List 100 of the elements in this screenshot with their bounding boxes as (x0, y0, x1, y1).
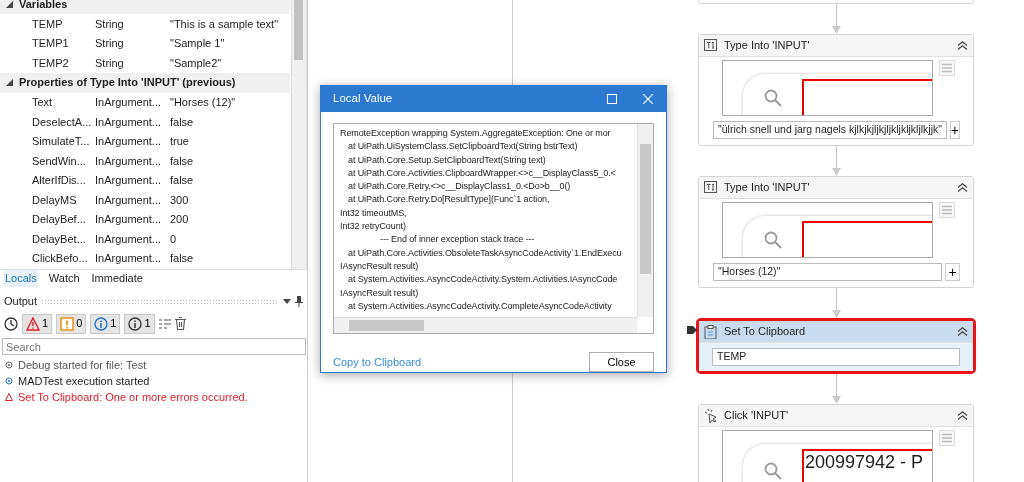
variable-value: false (170, 153, 194, 169)
text-line: at System.Activities.AsyncCodeActivity.System.Activities.IAsyncCode (347, 273, 619, 287)
warning-icon (60, 316, 75, 331)
variable-type: InArgument... (95, 192, 163, 208)
variable-type: String (95, 36, 125, 51)
log-message: Debug started for file: Test (18, 357, 147, 373)
collapse-icon[interactable] (6, 0, 13, 8)
set-clipboard-icon (704, 324, 718, 339)
variable-value: false (170, 173, 194, 188)
trace-icon (5, 361, 13, 369)
variable-value: 200 (170, 212, 189, 227)
maximize-icon (607, 94, 617, 104)
text-line: at UiPath.Core.Activities.ObsoleteTaskAsyncCodeActivity`1.EndExecu (347, 246, 623, 260)
info-filter-button[interactable]: 1 (90, 313, 121, 334)
variable-name: SimulateT... (31, 134, 91, 149)
text-line: at UiPath.UiSystemClass.SetClipboardText(String bstrText) (347, 140, 579, 154)
variable-name: DelayBet... (31, 231, 87, 247)
horizontal-scrollbar[interactable] (334, 317, 637, 333)
log-message: MADTest execution started (18, 373, 150, 389)
trash-icon[interactable] (174, 317, 186, 330)
variable-name: TEMP2 (31, 55, 70, 71)
trace-icon (128, 316, 143, 331)
dropdown-icon[interactable] (283, 298, 291, 304)
activity-title: Type Into 'INPUT' (724, 38, 811, 54)
error-filter-button[interactable]: 1 (22, 313, 53, 334)
trace-filter-button[interactable]: 1 (124, 313, 155, 334)
activity-title: Set To Clipboard (724, 324, 807, 340)
collapse-icon[interactable] (957, 41, 968, 50)
variable-value: "Sample 1" (170, 36, 225, 51)
scrollbar[interactable] (291, 0, 306, 269)
connector-arrow (831, 146, 841, 176)
info-icon (5, 377, 13, 385)
variable-type: InArgument... (95, 231, 163, 247)
variable-name: DelayBef... (31, 212, 87, 227)
variable-name: AlterIfDis... (31, 173, 87, 188)
search-icon (764, 89, 782, 107)
pin-icon[interactable] (295, 295, 303, 307)
execution-pointer-icon (687, 326, 697, 334)
variable-type: InArgument... (95, 153, 163, 169)
panel-tab[interactable]: Watch (47, 270, 81, 287)
variable-value: "Horses (12)" (170, 95, 236, 110)
collapse-icon[interactable] (957, 411, 968, 420)
variable-type: String (95, 16, 125, 32)
variable-name: SendWin... (31, 153, 87, 169)
type-into-icon (704, 38, 718, 53)
add-button[interactable]: + (949, 121, 960, 139)
value-text-area[interactable] (333, 123, 654, 334)
panel-tab[interactable]: Immediate (90, 270, 144, 287)
variable-name: TEMP (31, 16, 64, 32)
warning-filter-button[interactable]: 0 (56, 313, 87, 334)
error-icon (26, 316, 40, 331)
variable-value: false (170, 114, 194, 130)
activity-title: Type Into 'INPUT' (724, 180, 811, 196)
log-message: Set To Clipboard: One or more errors occurred. (18, 389, 248, 405)
variable-name: DeselectA... (31, 114, 93, 130)
text-line: IAsyncResult result) (340, 259, 420, 273)
text-line: Int32 retryCount) (340, 220, 407, 234)
text-line: --- End of inner exception stack trace --- (379, 233, 536, 247)
collapse-icon[interactable] (957, 327, 968, 336)
collapse-icon[interactable] (957, 183, 968, 192)
close-button[interactable]: Close (589, 352, 654, 372)
info-icon (94, 316, 109, 331)
variable-name: TEMP1 (31, 36, 70, 51)
copy-link[interactable]: Copy to Clipboard (333, 353, 422, 371)
add-button[interactable]: + (945, 263, 960, 281)
collapse-icon[interactable] (6, 79, 13, 86)
search-field[interactable]: Search (2, 338, 306, 355)
text-line: IAsyncResult result) (340, 286, 420, 300)
variable-value: "This is a sample text" (170, 16, 279, 32)
text-line: at UiPath.Core.Retry.Do[ResultType](Func`1 action, (347, 193, 551, 207)
panel-title: Output (4, 293, 38, 309)
variable-value: 300 (170, 192, 189, 208)
text-field[interactable]: "Horses (12)" (713, 263, 943, 281)
error-icon (5, 393, 13, 401)
activity-card[interactable]: Type Into 'INPUT' "ülrich snell und jarg nagels kjlkjkjljkjljkljkljkljlkjjk" + (698, 34, 974, 146)
activity-title: Click 'INPUT' (724, 408, 790, 424)
variable-type: InArgument... (95, 134, 163, 149)
activity-card[interactable]: Click 'INPUT' 200997942 - P (698, 404, 974, 482)
text-field[interactable]: "ülrich snell und jarg nagels kjlkjkjljkjljkljkljkljlkjjk" (713, 121, 947, 139)
search-icon (764, 462, 782, 480)
activity-card[interactable]: Type Into 'INPUT' "Horses (12)" + (698, 176, 974, 288)
section-header: Properties of Type Into 'INPUT' (previous) (19, 75, 236, 91)
text-line: at System.Activities.AsyncCodeActivity.CompleteAsyncCodeActivity (347, 299, 613, 313)
text-field[interactable]: TEMP (712, 348, 960, 366)
scroll-thumb[interactable] (292, 0, 305, 60)
close-icon (643, 94, 653, 104)
text-line: RemoteException wrapping System.AggregateException: One or mor (340, 127, 612, 140)
panel-tab[interactable]: Locals (4, 270, 38, 287)
connector-arrow (831, 374, 841, 404)
variable-type: InArgument... (95, 251, 163, 266)
variable-value: false (170, 251, 194, 266)
vertical-scrollbar[interactable] (637, 124, 653, 317)
variable-type: String (95, 55, 125, 71)
variable-name: Text (31, 95, 54, 110)
click-icon (704, 408, 718, 423)
variable-type: InArgument... (95, 95, 163, 110)
text-line: at UiPath.Core.Activities.ClipboardWrapper.<>c__DisplayClass5_0.< (347, 166, 617, 180)
connector-arrow (831, 288, 841, 318)
clock-icon[interactable] (4, 316, 18, 331)
preview-text: 200997942 - P (805, 452, 924, 472)
